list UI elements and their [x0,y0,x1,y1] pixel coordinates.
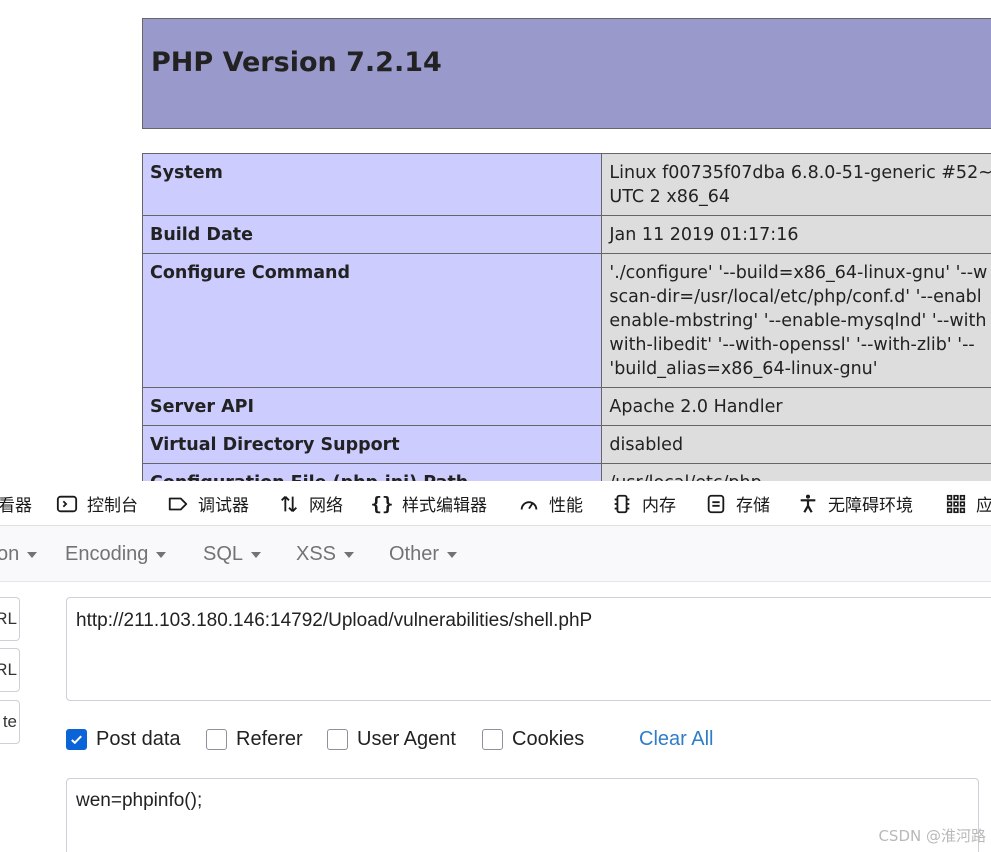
table-row: Build Date Jan 11 2019 01:17:16 [141,215,991,254]
tab-debugger[interactable]: 调试器 [166,481,249,526]
phpinfo-table: System Linux f00735f07dba 6.8.0-51-gener… [141,153,991,481]
checkbox-icon [327,729,348,750]
php-version-header: PHP Version 7.2.14 [142,18,991,129]
menu-encoding[interactable]: Encoding [65,543,167,566]
row-key: Virtual Directory Support [141,425,603,464]
tab-label: 网络 [309,496,343,516]
tab-network[interactable]: 网络 [277,481,343,526]
checkbox-icon [482,729,503,750]
chevron-down-icon [27,551,38,558]
watermark: CSDN @淮河路 [878,827,986,845]
tab-style-editor[interactable]: {} 样式编辑器 [370,481,487,526]
table-row: System Linux f00735f07dba 6.8.0-51-gener… [141,153,991,216]
tab-label: 调试器 [198,496,249,516]
checkbox-icon [206,729,227,750]
network-icon [277,492,301,516]
referer-checkbox[interactable]: Referer [206,728,303,751]
tab-label: 内存 [642,496,676,516]
memory-icon [610,492,634,516]
row-key: Configure Command [141,253,603,388]
tab-performance[interactable]: 性能 [517,481,583,526]
application-icon [944,492,968,516]
table-row: Configure Command './configure' '--build… [141,253,991,388]
php-version-title: PHP Version 7.2.14 [151,47,442,78]
tab-application[interactable]: 应 [944,481,991,526]
tab-label: 样式编辑器 [402,496,487,516]
table-row: Configuration File (php.ini) Path /usr/l… [141,463,991,481]
load-url-button[interactable]: URL [0,597,20,641]
menu-xss[interactable]: XSS [296,543,355,566]
tab-accessibility[interactable]: 无障碍环境 [796,481,913,526]
row-value: /usr/local/etc/php [601,463,991,481]
hackbar-menu-bar: on Encoding SQL XSS Other [0,526,991,582]
style-editor-icon: {} [370,492,394,515]
row-key: Configuration File (php.ini) Path [141,463,603,481]
console-icon [55,492,79,516]
storage-icon [704,492,728,516]
debugger-icon [166,492,190,516]
row-value: Jan 11 2019 01:17:16 [601,215,991,254]
tab-memory[interactable]: 内存 [610,481,676,526]
tab-label: 看器 [0,496,32,516]
chevron-down-icon [344,551,355,558]
tab-label: 无障碍环境 [828,496,913,516]
menu-encryption[interactable]: on [0,543,38,566]
menu-other[interactable]: Other [389,543,458,566]
post-data-input[interactable]: wen=phpinfo(); [66,778,979,852]
split-url-button[interactable]: URL [0,648,20,692]
row-value: './configure' '--build=x86_64-linux-gnu'… [601,253,991,388]
row-key: Server API [141,387,603,426]
tab-label: 应 [976,496,991,516]
chevron-down-icon [156,551,167,558]
tab-label: 存储 [736,496,770,516]
table-row: Server API Apache 2.0 Handler [141,387,991,426]
tab-storage[interactable]: 存储 [704,481,770,526]
performance-icon [517,492,541,516]
devtools-tab-bar: 看器 控制台 调试器 网络 {} 样式编辑器 性能 内存 存储 无障碍环境 应 [0,481,991,526]
row-value: Linux f00735f07dba 6.8.0-51-generic #52~… [601,153,991,216]
user-agent-checkbox[interactable]: User Agent [327,728,456,751]
table-row: Virtual Directory Support disabled [141,425,991,464]
tab-label: 性能 [549,496,583,516]
checkbox-checked-icon [66,729,87,750]
cookies-checkbox[interactable]: Cookies [482,728,584,751]
row-value: Apache 2.0 Handler [601,387,991,426]
clear-all-link[interactable]: Clear All [639,728,713,751]
menu-sql[interactable]: SQL [203,543,262,566]
chevron-down-icon [251,551,262,558]
row-value: disabled [601,425,991,464]
chevron-down-icon [447,551,458,558]
row-key: System [141,153,603,216]
execute-button[interactable]: te [0,700,20,744]
tab-label: 控制台 [87,496,138,516]
tab-inspector[interactable]: 看器 [0,481,32,526]
tab-console[interactable]: 控制台 [55,481,138,526]
phpinfo-page: PHP Version 7.2.14 System Linux f00735f0… [0,0,991,481]
url-input[interactable]: http://211.103.180.146:14792/Upload/vuln… [66,597,991,701]
row-key: Build Date [141,215,603,254]
hackbar-panel: URL URL te http://211.103.180.146:14792/… [0,582,991,852]
post-data-checkbox[interactable]: Post data [66,728,181,751]
accessibility-icon [796,492,820,516]
